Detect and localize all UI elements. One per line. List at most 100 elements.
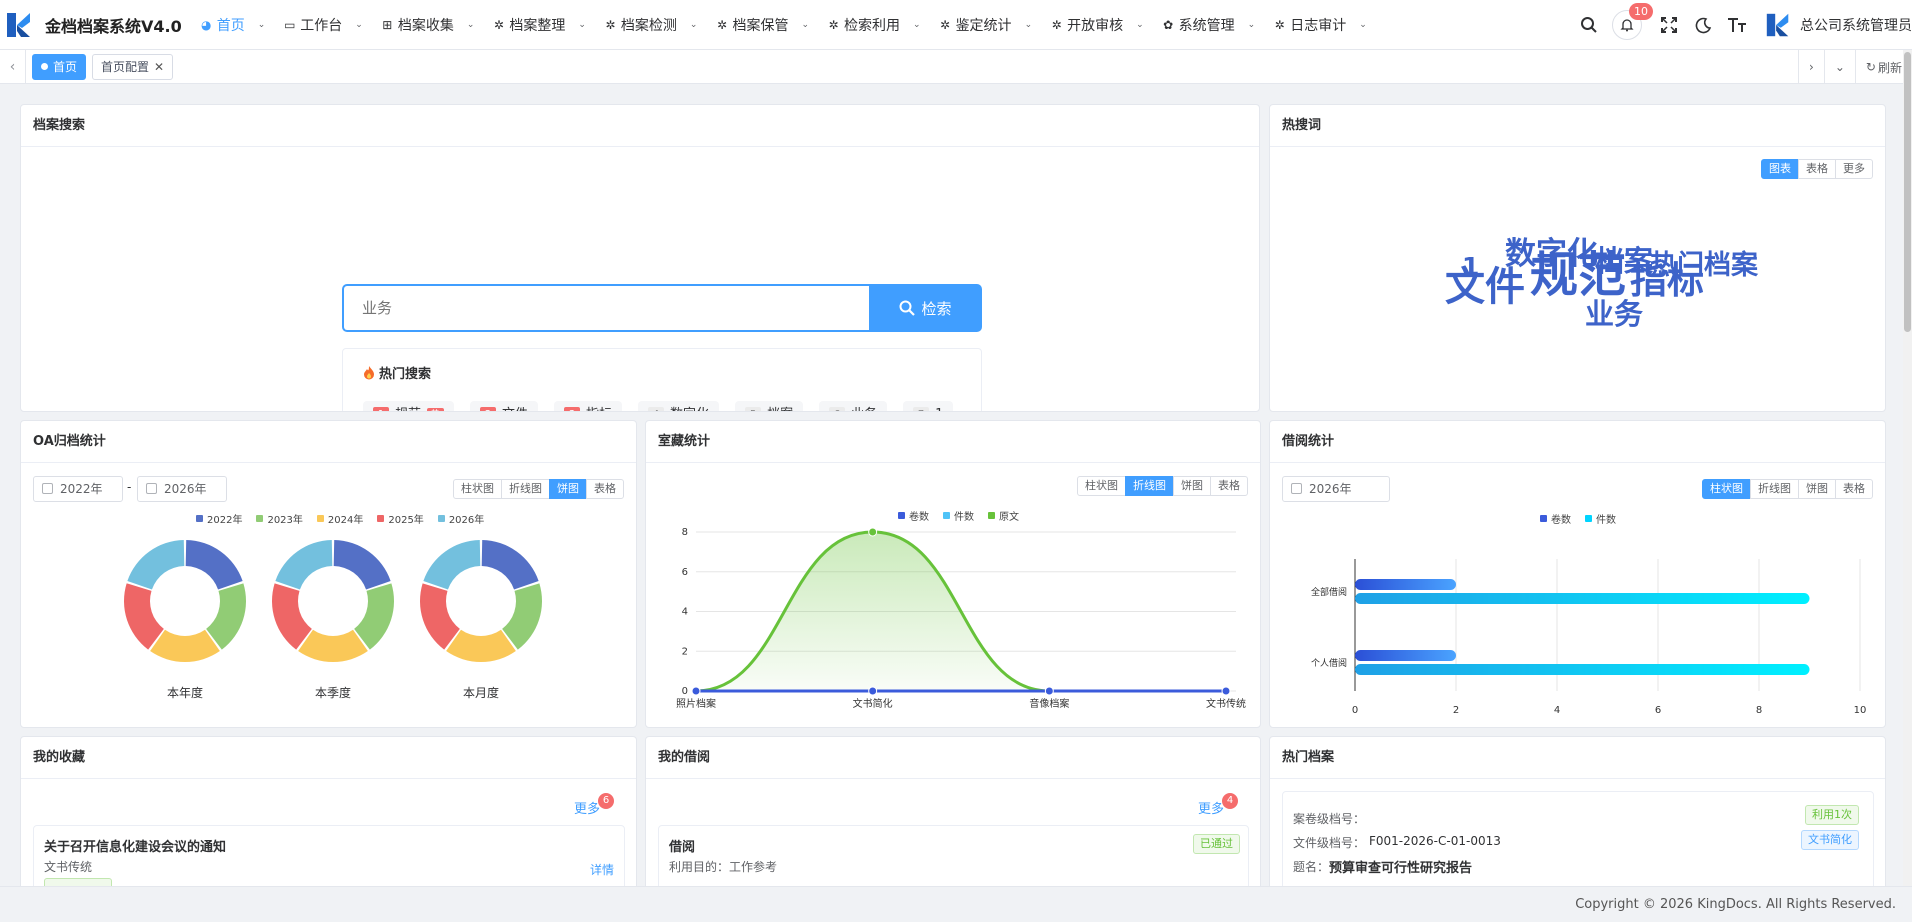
- card-title: 室藏统计: [646, 421, 1260, 463]
- active-dot-icon: [41, 63, 48, 70]
- bar[interactable]: [1355, 650, 1456, 661]
- view-button[interactable]: 折线图: [501, 479, 550, 499]
- pie-slice[interactable]: [275, 540, 333, 590]
- pie-slice[interactable]: [150, 629, 220, 662]
- storage-icon: ✲: [716, 17, 727, 32]
- list-item[interactable]: 案卷级档号： 利用1次 文件级档号： F001-2026-C-01-0013 文…: [1282, 791, 1874, 895]
- rank-badge: 2: [480, 407, 497, 411]
- hot-search-item[interactable]: 3 指标: [554, 401, 623, 411]
- calendar-icon: [42, 483, 53, 494]
- pie-slice[interactable]: [185, 540, 243, 590]
- item-type: 文书传统: [44, 860, 93, 874]
- menu-item-0[interactable]: ◕ 首页 ⌄: [200, 15, 265, 35]
- hot-search-label: 文件: [502, 401, 528, 411]
- menu-item-3[interactable]: ✲ 档案整理 ⌄: [492, 15, 586, 35]
- view-button[interactable]: 饼图: [549, 479, 587, 499]
- menu-item-label: 鉴定统计: [955, 17, 1012, 34]
- menu-item-1[interactable]: ▭ 工作台 ⌄: [283, 15, 363, 35]
- word-cloud-word[interactable]: 1: [1462, 254, 1479, 279]
- view-button[interactable]: 柱状图: [453, 479, 502, 499]
- scroll-right-icon[interactable]: ›: [1798, 50, 1824, 84]
- pie-slice[interactable]: [333, 540, 391, 590]
- data-point[interactable]: [1044, 686, 1054, 696]
- count-badge: 4: [1222, 793, 1238, 809]
- pie-slice[interactable]: [354, 583, 394, 650]
- rank-badge: 5: [745, 407, 762, 411]
- pie-slice[interactable]: [127, 540, 185, 590]
- hot-search-item[interactable]: 5 档案: [735, 401, 804, 411]
- pie-slice[interactable]: [502, 583, 542, 650]
- top-navbar: 金档档案系统V4.0 ◕ 首页 ⌄ ▭ 工作台 ⌄ ⊞ 档案收集 ⌄ ✲ 档案整理 ⌄ ✲ 档案检测 ⌄ ✲ 档…: [0, 0, 1912, 50]
- more-link[interactable]: 更多: [574, 798, 600, 817]
- pie-slice[interactable]: [419, 583, 460, 650]
- data-point[interactable]: [691, 686, 701, 696]
- menu-item-label: 检索利用: [844, 17, 901, 34]
- hot-search-item[interactable]: 6 业务: [819, 401, 888, 411]
- hot-search-list: 1规范热2文件3指标4数字化5档案6业务718热门档案: [363, 401, 963, 411]
- hot-search-panel: 热门搜索 1规范热2文件3指标4数字化5档案6业务718热门档案: [342, 348, 982, 411]
- data-point[interactable]: [1221, 686, 1231, 696]
- scrollbar-thumb[interactable]: [1904, 52, 1911, 332]
- word-cloud-word[interactable]: 文件: [1445, 267, 1525, 307]
- bar[interactable]: [1355, 579, 1456, 590]
- bar[interactable]: [1355, 664, 1810, 675]
- hot-search-item[interactable]: 71: [903, 401, 954, 411]
- font-size-icon[interactable]: [1726, 14, 1748, 36]
- data-point[interactable]: [868, 686, 878, 696]
- menu-item-5[interactable]: ✲ 档案保管 ⌄: [715, 15, 809, 35]
- word-cloud-word[interactable]: 热门档案: [1650, 252, 1758, 279]
- pie-slice[interactable]: [423, 540, 481, 590]
- tag-home-config[interactable]: 首页配置 ✕: [92, 53, 174, 80]
- notification-bell[interactable]: 10: [1612, 3, 1653, 40]
- main-menu: ◕ 首页 ⌄ ▭ 工作台 ⌄ ⊞ 档案收集 ⌄ ✲ 档案整理 ⌄ ✲ 档案检测 ⌄ ✲ 档案保管 ⌄ ✲ 检索利用 ⌄ ✲…: [200, 15, 1385, 35]
- hot-search-item[interactable]: 2 文件: [470, 401, 539, 411]
- search-input[interactable]: [342, 284, 870, 332]
- avatar[interactable]: [1764, 11, 1792, 39]
- date-separator: -: [127, 480, 132, 494]
- search-button[interactable]: 检索: [869, 284, 982, 332]
- word-cloud-word[interactable]: 数字化: [1505, 239, 1598, 270]
- date-to-input[interactable]: 2026年: [137, 476, 227, 502]
- pie-slice[interactable]: [298, 629, 368, 662]
- detail-link[interactable]: 详情: [590, 861, 614, 878]
- menu-item-2[interactable]: ⊞ 档案收集 ⌄: [381, 15, 474, 35]
- word-cloud-word[interactable]: 档案: [1595, 247, 1653, 276]
- pie-slice[interactable]: [123, 583, 164, 650]
- pie-slice[interactable]: [481, 540, 539, 590]
- view-button[interactable]: 表格: [586, 479, 624, 499]
- rank-badge: 1: [373, 407, 389, 411]
- chevron-down-icon[interactable]: ⌄: [1823, 50, 1855, 84]
- menu-item-7[interactable]: ✲ 鉴定统计 ⌄: [939, 15, 1032, 35]
- detect-icon: ✲: [605, 17, 616, 32]
- menu-item-9[interactable]: ✿ 系统管理 ⌄: [1162, 15, 1255, 35]
- hot-search-item[interactable]: 1 规范热: [363, 401, 455, 411]
- dark-mode-moon-icon[interactable]: [1692, 14, 1714, 36]
- room-stats-card: 室藏统计 柱状图 折线图 饼图 表格 卷数 件数 原文 0 2 4 6 8 照片档案 文书简化 音像档案…: [645, 420, 1261, 728]
- menu-item-8[interactable]: ✲ 开放审核 ⌄: [1050, 15, 1144, 35]
- pie-slice[interactable]: [206, 583, 246, 650]
- vertical-scrollbar[interactable]: [1903, 50, 1912, 886]
- app-logo: [7, 12, 30, 37]
- hot-search-item[interactable]: 4 数字化: [638, 401, 720, 411]
- y-tick-label: 个人借阅: [1311, 657, 1347, 669]
- menu-item-4[interactable]: ✲ 档案检测 ⌄: [604, 15, 697, 35]
- pie-slice[interactable]: [446, 629, 516, 662]
- close-icon[interactable]: ✕: [154, 55, 164, 79]
- user-name[interactable]: 总公司系统管理员: [1800, 15, 1912, 35]
- hot-badge: 热: [427, 407, 445, 411]
- rank-badge: 7: [913, 407, 930, 411]
- menu-item-10[interactable]: ✲ 日志审计 ⌄: [1273, 15, 1367, 35]
- pie-label: 本月度: [463, 685, 499, 700]
- fullscreen-icon[interactable]: [1658, 14, 1680, 36]
- word-cloud-word[interactable]: 业务: [1585, 300, 1643, 329]
- scroll-left-icon[interactable]: ‹: [0, 49, 26, 84]
- top-right-tools: 10 总公司系统管理员: [1578, 0, 1912, 50]
- date-from-input[interactable]: 2022年: [33, 476, 123, 502]
- tag-home[interactable]: 首页: [32, 53, 87, 80]
- data-point[interactable]: [868, 527, 878, 537]
- pie-slice[interactable]: [272, 583, 312, 650]
- bar[interactable]: [1355, 593, 1810, 604]
- search-icon[interactable]: [1578, 14, 1600, 36]
- menu-item-6[interactable]: ✲ 检索利用 ⌄: [827, 15, 920, 35]
- more-link[interactable]: 更多: [1198, 798, 1224, 817]
